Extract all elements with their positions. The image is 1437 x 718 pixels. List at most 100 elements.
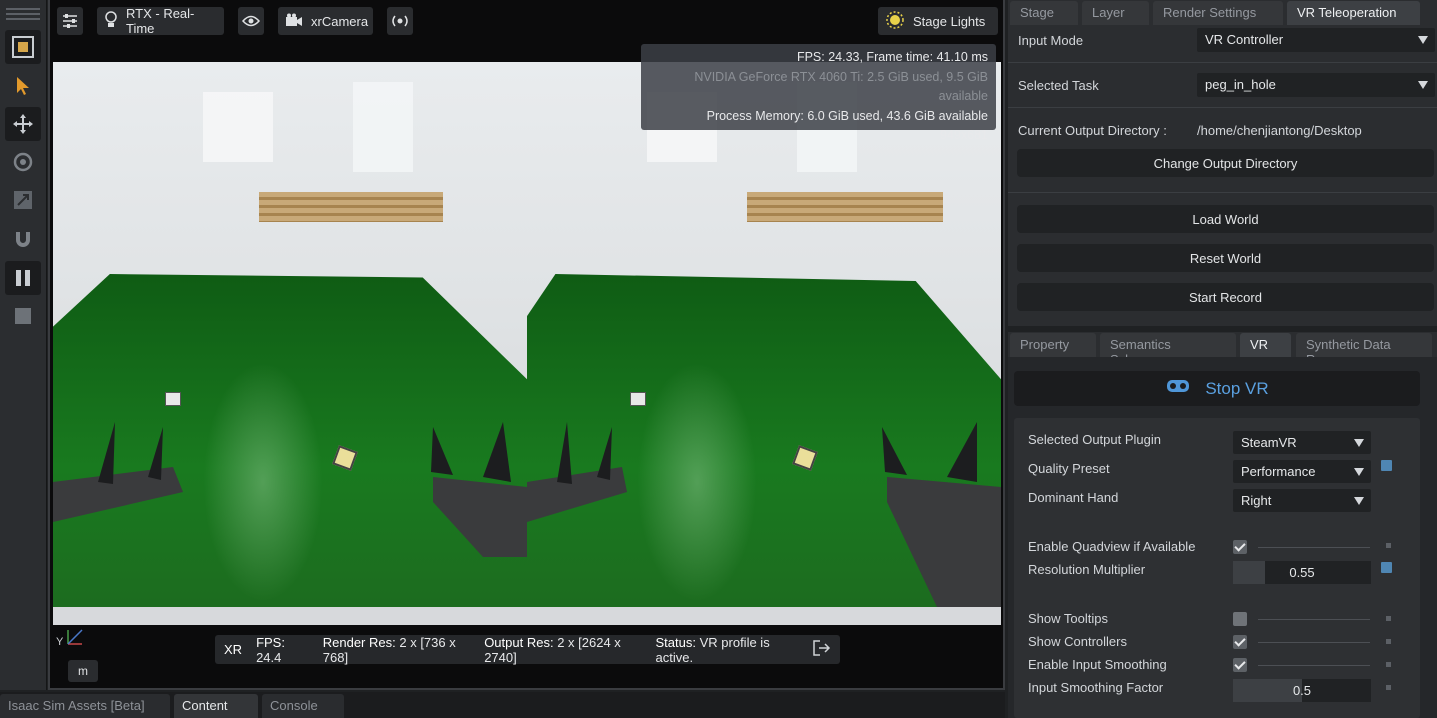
output-dir-label: Current Output Directory : <box>1018 123 1167 138</box>
input-mode-label: Input Mode <box>1018 33 1084 48</box>
broadcast-icon[interactable] <box>387 7 413 35</box>
camera-label: xrCamera <box>311 13 369 29</box>
xr-status-bar: XR FPS: 24.4 Render Res: 2 x [736 x 768]… <box>215 634 840 665</box>
input-mode-dropdown[interactable]: VR Controller <box>1197 28 1435 52</box>
stage-lights-button[interactable]: Stage Lights <box>878 7 998 35</box>
tab-semantics-schema[interactable]: Semantics Schema... <box>1100 333 1236 367</box>
tab-vr[interactable]: VR <box>1240 333 1291 357</box>
light-spot <box>637 362 757 602</box>
select-tool-icon[interactable] <box>5 69 41 103</box>
magnet-snap-icon[interactable] <box>5 222 41 256</box>
right-gripper <box>413 417 527 557</box>
memory-stat: Process Memory: 6.0 GiB used, 43.6 GiB a… <box>706 108 988 123</box>
dominant-hand-dropdown[interactable]: Right <box>1233 489 1371 512</box>
divider <box>1258 665 1370 666</box>
left-gripper <box>527 422 647 532</box>
drag-handle[interactable] <box>6 5 40 25</box>
table-edge <box>53 607 527 625</box>
xr-output-res: Output Res: 2 x [2624 x 2740] <box>484 634 621 665</box>
reset-default-icon[interactable] <box>1381 562 1392 573</box>
input-smoothing-checkbox[interactable] <box>1233 658 1247 672</box>
divider <box>1258 619 1370 620</box>
stage-lights-label: Stage Lights <box>913 13 986 29</box>
smoothing-factor-value: 0.5 <box>1292 683 1312 698</box>
fps-stat: FPS: 24.33, Frame time: 41.10 ms <box>796 50 988 64</box>
show-controllers-label: Show Controllers <box>1028 634 1127 649</box>
resolution-multiplier-label: Resolution Multiplier <box>1028 562 1146 577</box>
peg-object <box>630 392 646 406</box>
peg-object <box>165 392 181 406</box>
selected-task-dropdown[interactable]: peg_in_hole <box>1197 73 1435 97</box>
lightbulb-icon <box>104 11 118 31</box>
window <box>203 92 273 162</box>
divider <box>1008 107 1437 108</box>
xr-status: Status: VR profile is active. <box>655 634 770 665</box>
reset-dot-icon <box>1386 616 1391 621</box>
snap-tool-icon[interactable] <box>5 30 41 64</box>
chevron-down-icon <box>1354 497 1364 505</box>
tab-property[interactable]: Property <box>1010 333 1096 357</box>
light-spot <box>203 362 323 602</box>
rotate-tool-icon[interactable] <box>5 145 41 179</box>
quadview-checkbox[interactable] <box>1233 540 1247 554</box>
tab-vr-teleoperation[interactable]: VR Teleoperation <box>1287 1 1420 25</box>
chevron-down-icon <box>1354 439 1364 447</box>
tab-console[interactable]: Console <box>262 694 344 718</box>
sun-icon <box>885 10 905 33</box>
visibility-eye-icon[interactable] <box>238 7 264 35</box>
reset-default-icon[interactable] <box>1381 460 1392 471</box>
tab-synthetic-data-recorder[interactable]: Synthetic Data Rec... <box>1296 333 1432 367</box>
tab-layer[interactable]: Layer <box>1082 1 1149 25</box>
scene-left-eye[interactable] <box>53 62 527 625</box>
gpu-stat: NVIDIA GeForce RTX 4060 Ti: 2.5 GiB used… <box>694 69 988 104</box>
smoothing-factor-slider[interactable]: 0.5 <box>1233 679 1371 702</box>
resolution-multiplier-slider[interactable]: 0.55 <box>1233 561 1371 584</box>
start-record-button[interactable]: Start Record <box>1017 283 1434 311</box>
reset-world-button[interactable]: Reset World <box>1017 244 1434 272</box>
scene-right-eye[interactable] <box>527 62 1001 625</box>
panel-splitter[interactable] <box>1008 326 1437 332</box>
pause-icon[interactable] <box>5 261 41 295</box>
output-dir-value: /home/chenjiantong/Desktop <box>1197 123 1362 138</box>
stop-vr-label: Stop VR <box>1205 378 1269 398</box>
quadview-label: Enable Quadview if Available <box>1028 539 1196 554</box>
tab-render-settings[interactable]: Render Settings <box>1153 1 1283 25</box>
reset-dot-icon <box>1386 639 1391 644</box>
show-controllers-checkbox[interactable] <box>1233 635 1247 649</box>
dominant-hand-label: Dominant Hand <box>1028 490 1119 505</box>
table-edge <box>527 607 1001 625</box>
vr-headset-icon <box>1165 378 1191 399</box>
axis-y-label: Y <box>56 636 64 648</box>
stop-icon[interactable] <box>5 299 41 333</box>
render-mode-button[interactable]: RTX - Real-Time <box>97 6 224 36</box>
tab-stage[interactable]: Stage <box>1010 1 1078 25</box>
camera-icon <box>285 13 303 30</box>
wooden-shelf <box>747 192 943 222</box>
output-plugin-label: Selected Output Plugin <box>1028 432 1161 447</box>
units-label: m <box>68 660 98 682</box>
left-toolbar <box>0 0 47 690</box>
stop-vr-button[interactable]: Stop VR <box>1014 371 1420 406</box>
show-tooltips-checkbox[interactable] <box>1233 612 1247 626</box>
divider <box>1008 192 1437 193</box>
camera-button[interactable]: xrCamera <box>278 7 373 35</box>
viewport-settings-icon[interactable] <box>57 7 83 35</box>
output-plugin-dropdown[interactable]: SteamVR <box>1233 431 1371 454</box>
change-output-dir-button[interactable]: Change Output Directory <box>1017 149 1434 177</box>
xr-title: XR <box>224 642 243 657</box>
load-world-button[interactable]: Load World <box>1017 205 1434 233</box>
wooden-shelf <box>259 192 443 222</box>
exit-icon[interactable] <box>813 640 831 659</box>
tab-content[interactable]: Content <box>174 694 258 718</box>
tab-isaac-sim-assets[interactable]: Isaac Sim Assets [Beta] <box>0 694 170 718</box>
xr-render-res: Render Res: 2 x [736 x 768] <box>322 634 456 665</box>
xr-fps: FPS: 24.4 <box>256 634 285 665</box>
render-mode-label: RTX - Real-Time <box>126 6 195 36</box>
scale-tool-icon[interactable] <box>5 183 41 217</box>
quality-preset-dropdown[interactable]: Performance <box>1233 460 1371 483</box>
left-gripper <box>53 422 203 532</box>
reset-dot-icon <box>1386 685 1391 690</box>
selected-task-label: Selected Task <box>1018 78 1099 93</box>
move-tool-icon[interactable] <box>5 107 41 141</box>
divider <box>1008 62 1437 63</box>
